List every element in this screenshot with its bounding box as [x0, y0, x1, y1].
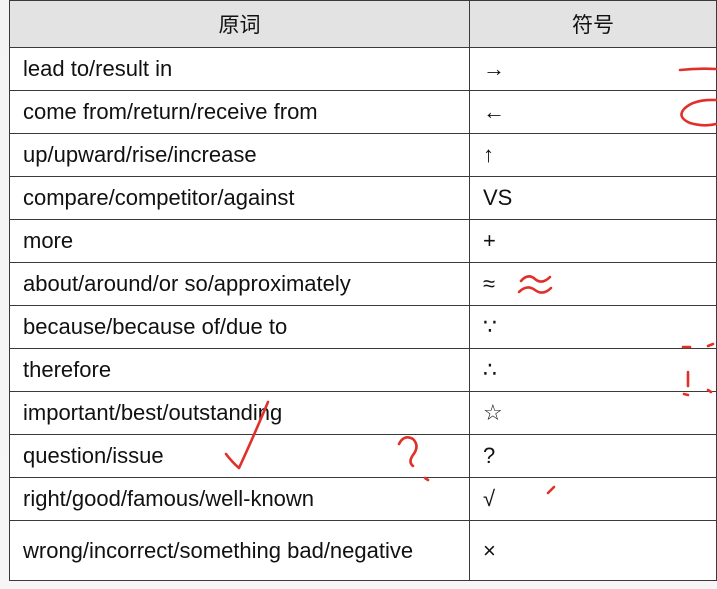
header-symbol: 符号	[469, 0, 717, 48]
table-row: therefore ∴	[9, 348, 717, 392]
word-cell: because/because of/due to	[9, 305, 470, 349]
word-cell: compare/competitor/against	[9, 176, 470, 220]
word-cell: right/good/famous/well-known	[9, 477, 470, 521]
table-row: more +	[9, 219, 717, 263]
table-row: important/best/outstanding ☆	[9, 391, 717, 435]
symbol-cell: ≈	[469, 262, 717, 306]
word-cell: up/upward/rise/increase	[9, 133, 470, 177]
symbol-cell: ←	[469, 90, 717, 134]
symbol-cell: ?	[469, 434, 717, 478]
header-original-word: 原词	[9, 0, 470, 48]
symbol-cell: VS	[469, 176, 717, 220]
table-row: right/good/famous/well-known √	[9, 477, 717, 521]
symbol-cell: ☆	[469, 391, 717, 435]
symbol-cell: ↑	[469, 133, 717, 177]
table-row: up/upward/rise/increase ↑	[9, 133, 717, 177]
table-row: question/issue ?	[9, 434, 717, 478]
header-row: 原词 符号	[9, 0, 717, 48]
symbol-cell: →	[469, 47, 717, 91]
table-row: lead to/result in →	[9, 47, 717, 91]
table-row: because/because of/due to ∵	[9, 305, 717, 349]
page: 原词 符号 lead to/result in → come from/retu…	[0, 0, 717, 589]
word-cell: lead to/result in	[9, 47, 470, 91]
symbol-cell: √	[469, 477, 717, 521]
word-cell: wrong/incorrect/something bad/negative	[9, 520, 470, 581]
word-cell: important/best/outstanding	[9, 391, 470, 435]
word-cell: more	[9, 219, 470, 263]
table-row: come from/return/receive from ←	[9, 90, 717, 134]
symbol-cell: ∴	[469, 348, 717, 392]
table-row: wrong/incorrect/something bad/negative ×	[9, 520, 717, 581]
abbreviation-table: 原词 符号 lead to/result in → come from/retu…	[9, 0, 717, 581]
table-row: about/around/or so/approximately ≈	[9, 262, 717, 306]
symbol-cell: ∵	[469, 305, 717, 349]
word-cell: question/issue	[9, 434, 470, 478]
symbol-cell: ×	[469, 520, 717, 581]
table-row: compare/competitor/against VS	[9, 176, 717, 220]
word-cell: come from/return/receive from	[9, 90, 470, 134]
word-cell: therefore	[9, 348, 470, 392]
symbol-cell: +	[469, 219, 717, 263]
word-cell: about/around/or so/approximately	[9, 262, 470, 306]
